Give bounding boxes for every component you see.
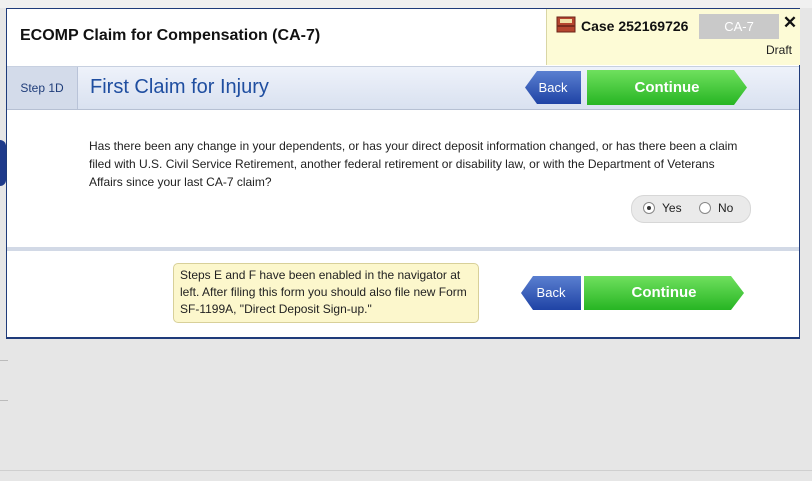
section-divider [7,247,799,251]
yes-radio[interactable] [643,202,655,214]
case-number: Case 252169726 [581,18,689,34]
step-badge: Step 1D [7,67,78,109]
continue-button-bottom[interactable]: Continue [584,276,744,310]
background-divider [0,360,8,361]
case-folder-icon [556,16,576,33]
yes-radio-label[interactable]: Yes [662,201,682,215]
no-radio[interactable] [699,202,711,214]
back-button-bottom[interactable]: Back [521,276,581,310]
form-title: ECOMP Claim for Compensation (CA-7) [20,27,321,44]
step-title: First Claim for Injury [90,76,269,98]
background-divider [0,400,8,401]
continue-button[interactable]: Continue [587,70,747,105]
form-type-badge: CA-7 [699,14,779,39]
case-panel: Case 252169726 CA-7 ✕ Draft [546,9,800,65]
status-label: Draft [765,43,792,57]
step-bar: Step 1D First Claim for Injury Back Cont… [7,66,799,110]
background-divider [0,470,812,471]
close-icon[interactable]: ✕ [782,14,798,32]
question-text: Has there been any change in your depend… [89,139,738,189]
dialog-header: ECOMP Claim for Compensation (CA-7) Case… [7,9,800,65]
yes-no-radio-group: Yes No [631,195,751,223]
claim-dialog: ECOMP Claim for Compensation (CA-7) Case… [6,8,800,339]
no-radio-label[interactable]: No [718,201,733,215]
background-strip [0,0,812,8]
info-note: Steps E and F have been enabled in the n… [173,263,479,323]
back-button[interactable]: Back [525,71,581,104]
